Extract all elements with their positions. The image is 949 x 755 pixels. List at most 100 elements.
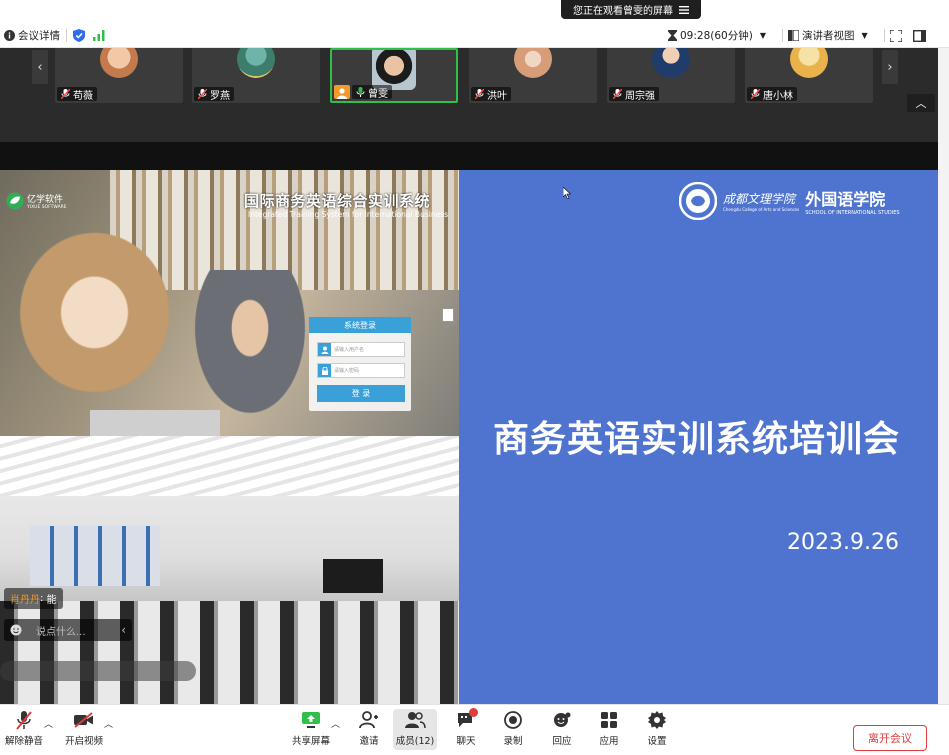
desks-and-chairs	[0, 601, 459, 704]
software-logo: 亿学软件 YIXUE SOFTWARE	[6, 192, 67, 210]
fullscreen-icon[interactable]	[890, 29, 902, 42]
members-button[interactable]: 成员(12)	[393, 709, 437, 750]
shared-screen-top-band	[0, 142, 938, 170]
sidebar-toggle-icon[interactable]	[913, 29, 926, 42]
leave-meeting-button[interactable]: 离开会议	[853, 725, 927, 751]
participant-tile[interactable]: 罗燕	[192, 48, 320, 103]
reactions-button[interactable]: 回应	[540, 709, 584, 747]
record-icon	[502, 709, 524, 731]
meeting-controls-bar: 解除静音 ︿ 开启视频 ︿ 共享屏幕 ︿ 邀请 成员(12) 聊天 录制 回应 …	[0, 704, 949, 755]
school-logo: 成都文理学院 Chengdu College of Arts and Scien…	[679, 182, 900, 220]
invite-button[interactable]: 邀请	[347, 709, 391, 747]
chat-label: 聊天	[456, 736, 476, 747]
person-icon	[337, 88, 347, 99]
login-button: 登 录	[317, 385, 405, 402]
strip-next-button[interactable]: ›	[882, 50, 898, 84]
floating-control-bar[interactable]	[0, 661, 196, 681]
participant-tile-active-speaker[interactable]: 曾雯	[330, 48, 458, 103]
viewing-banner-text: 您正在观看曾雯的屏幕	[573, 6, 673, 17]
login-user-input: 请输入用户名	[317, 342, 405, 357]
start-video-button[interactable]: 开启视频	[62, 709, 106, 747]
login-password-input: 请输入密码	[317, 363, 405, 378]
host-badge	[334, 85, 350, 99]
participant-tile[interactable]: 苟薇	[55, 48, 183, 103]
speaker-view-icon	[788, 30, 799, 41]
shared-screen: 亿学软件 YIXUE SOFTWARE 国际商务英语综合实训系统 Integra…	[0, 170, 938, 704]
shield-icon[interactable]	[73, 29, 85, 42]
dept-name-en: SCHOOL OF INTERNATIONAL STUDIES	[805, 210, 900, 216]
invite-icon	[358, 709, 380, 731]
chevron-up-icon[interactable]: ︿	[44, 717, 53, 730]
settings-label: 设置	[647, 736, 667, 747]
video-strip: ‹ 苟薇 罗燕 曾雯 洪叶 周宗强 唐小林 ›	[0, 48, 938, 142]
view-mode-button[interactable]: 演讲者视图 ▼	[788, 28, 868, 43]
chat-input[interactable]: 说点什么... ‹	[4, 619, 132, 641]
viewing-banner[interactable]: 您正在观看曾雯的屏幕	[561, 0, 701, 19]
chevron-up-icon: ︿	[915, 97, 927, 110]
participant-tile[interactable]: 唐小林	[745, 48, 873, 103]
meeting-info-button[interactable]: 会议详情	[4, 28, 60, 43]
meeting-window: 您正在观看曾雯的屏幕 会议详情 09:28(60分钟) ▼ 演讲者视图 ▼ ‹	[0, 0, 949, 755]
system-title-en: Integrated Training System for Internati…	[248, 210, 449, 219]
separator	[884, 29, 885, 42]
participant-namebar: 洪叶	[471, 87, 511, 102]
invite-label: 邀请	[359, 736, 379, 747]
cursor-icon	[563, 187, 571, 199]
participant-tile[interactable]: 周宗强	[607, 48, 735, 103]
mic-muted-icon	[61, 89, 70, 99]
unmute-label: 解除静音	[4, 736, 43, 747]
strip-prev-button[interactable]: ‹	[32, 50, 48, 84]
info-icon	[4, 30, 15, 41]
share-screen-label: 共享屏幕	[291, 736, 330, 747]
hourglass-icon	[668, 30, 677, 41]
chat-button[interactable]: 聊天	[444, 708, 488, 747]
timer-label: 09:28(60分钟)	[680, 30, 753, 42]
share-screen-icon	[300, 709, 322, 731]
reactions-label: 回应	[552, 736, 572, 747]
hand-icon	[551, 709, 573, 731]
mic-muted-icon	[475, 89, 484, 99]
top-strip: 您正在观看曾雯的屏幕	[0, 0, 949, 24]
ceiling-lights	[0, 436, 459, 496]
lock-icon	[318, 364, 331, 377]
classroom-tv	[323, 559, 383, 593]
participant-namebar: 苟薇	[57, 87, 97, 102]
participant-name: 罗燕	[210, 90, 230, 102]
share-screen-button[interactable]: 共享屏幕	[289, 709, 333, 747]
laptop	[90, 410, 220, 436]
start-video-label: 开启视频	[64, 736, 103, 747]
unmute-button[interactable]: 解除静音	[2, 709, 46, 747]
signal-icon[interactable]	[93, 30, 105, 41]
chevron-up-icon[interactable]: ︿	[331, 717, 340, 730]
settings-button[interactable]: 设置	[635, 709, 679, 747]
chevron-up-icon[interactable]: ︿	[104, 717, 113, 730]
collapse-video-strip-button[interactable]: ︿	[907, 94, 935, 112]
chevron-right-icon: ›	[887, 59, 893, 75]
participant-name: 周宗强	[625, 90, 655, 102]
login-panel: 系统登录 请输入用户名 请输入密码 登 录	[309, 317, 411, 411]
mic-muted-icon	[13, 709, 35, 731]
record-button[interactable]: 录制	[491, 709, 535, 747]
participant-tile[interactable]: 洪叶	[469, 48, 597, 103]
apps-button[interactable]: 应用	[587, 709, 631, 747]
apps-label: 应用	[599, 736, 619, 747]
school-emblem-icon	[679, 182, 717, 220]
record-label: 录制	[503, 736, 523, 747]
avatar	[100, 48, 138, 78]
chat-sender: 肖丹丹	[10, 595, 40, 606]
login-title: 系统登录	[309, 317, 411, 333]
avatar	[790, 48, 828, 78]
emoji-icon[interactable]	[10, 624, 22, 636]
timer-button[interactable]: 09:28(60分钟) ▼	[668, 28, 766, 43]
mic-muted-icon	[198, 89, 207, 99]
system-title-cn: 国际商务英语综合实训系统	[244, 192, 431, 210]
side-panel-edge[interactable]	[938, 48, 949, 704]
school-name-cursive: 成都文理学院	[723, 192, 796, 206]
members-icon	[404, 709, 426, 731]
separator	[66, 29, 67, 42]
classroom-photo: 肖丹丹 : 能 说点什么... ‹	[0, 436, 459, 704]
mic-active-icon	[356, 87, 365, 97]
chevron-left-icon[interactable]: ‹	[121, 623, 126, 637]
leaf-logo-icon	[6, 192, 24, 210]
gear-icon	[646, 709, 668, 731]
